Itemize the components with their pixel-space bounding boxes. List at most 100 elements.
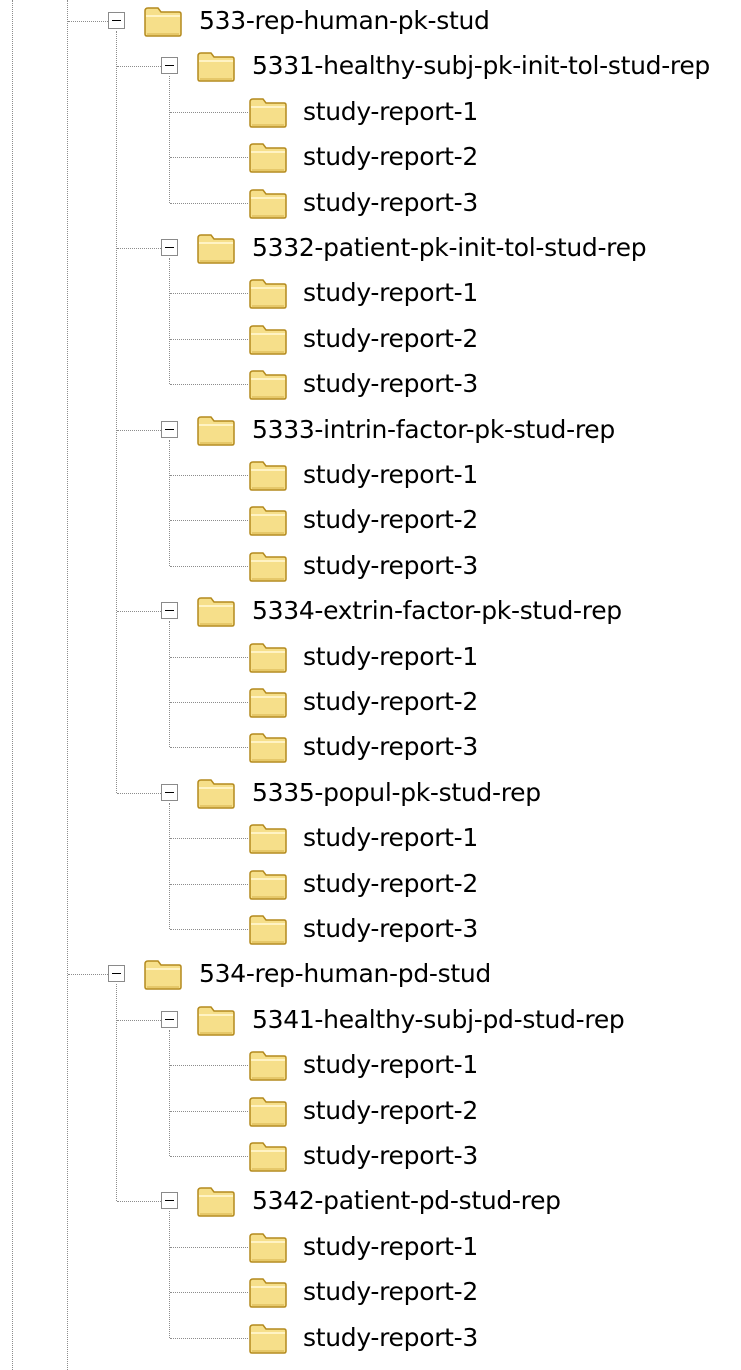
study-report-item[interactable]: study-report-3 (0, 182, 741, 226)
study-report-item[interactable]: study-report-1 (0, 91, 741, 135)
folder-label[interactable]: 5335-popul-pk-stud-rep (252, 776, 541, 810)
folder-label[interactable]: study-report-2 (303, 1094, 478, 1128)
folder-label[interactable]: study-report-1 (303, 1048, 478, 1082)
tree-folder-node[interactable]: 5334-extrin-factor-pk-stud-rep (0, 590, 741, 634)
folder-icon (196, 1003, 236, 1037)
tree-folder-node[interactable]: 5342-patient-pd-stud-rep (0, 1180, 741, 1224)
folder-label[interactable]: study-report-3 (303, 1321, 478, 1355)
folder-label[interactable]: study-report-2 (303, 322, 478, 356)
collapse-toggle-icon[interactable] (161, 783, 178, 801)
folder-label[interactable]: 5334-extrin-factor-pk-stud-rep (252, 594, 622, 628)
folder-label[interactable]: study-report-1 (303, 458, 478, 492)
tree-folder-node[interactable]: 5332-patient-pk-init-tol-stud-rep (0, 227, 741, 271)
collapse-toggle-icon[interactable] (161, 420, 178, 438)
folder-label[interactable]: study-report-3 (303, 730, 478, 764)
study-report-item[interactable]: study-report-3 (0, 1317, 741, 1361)
folder-icon (248, 186, 288, 220)
folder-label[interactable]: study-report-1 (303, 95, 478, 129)
folder-icon (248, 549, 288, 583)
study-report-item[interactable]: study-report-3 (0, 726, 741, 770)
collapse-toggle-icon[interactable] (161, 1192, 178, 1210)
folder-label[interactable]: study-report-1 (303, 821, 478, 855)
tree-folder-node[interactable]: 534-rep-human-pd-stud (0, 953, 741, 997)
folder-label[interactable]: study-report-3 (303, 549, 478, 583)
folder-label[interactable]: study-report-1 (303, 276, 478, 310)
folder-label[interactable]: study-report-3 (303, 1139, 478, 1173)
study-report-item[interactable]: study-report-3 (0, 1135, 741, 1179)
folder-icon (196, 594, 236, 628)
folder-icon (248, 367, 288, 401)
tree-folder-node[interactable]: 533-rep-human-pk-stud (0, 0, 741, 44)
collapse-toggle-icon[interactable] (108, 12, 125, 29)
folder-label[interactable]: 5332-patient-pk-init-tol-stud-rep (252, 231, 647, 265)
tree-folder-node[interactable]: 5341-healthy-subj-pd-stud-rep (0, 999, 741, 1043)
folder-icon (196, 1184, 236, 1218)
study-report-item[interactable]: study-report-1 (0, 1044, 741, 1088)
folder-icon (248, 1275, 288, 1309)
folder-icon (248, 1139, 288, 1173)
folder-label[interactable]: study-report-2 (303, 867, 478, 901)
folder-label[interactable]: study-report-3 (303, 367, 478, 401)
study-report-item[interactable]: study-report-1 (0, 272, 741, 316)
folder-label[interactable]: study-report-1 (303, 1230, 478, 1264)
folder-tree: 533-rep-human-pk-stud 5331-healthy-subj-p… (0, 0, 741, 1370)
study-report-item[interactable]: study-report-1 (0, 817, 741, 861)
tree-folder-node[interactable]: 5335-popul-pk-stud-rep (0, 772, 741, 816)
folder-icon (196, 776, 236, 810)
study-report-item[interactable]: study-report-2 (0, 1090, 741, 1134)
study-report-item[interactable]: study-report-2 (0, 499, 741, 543)
study-report-item[interactable]: study-report-2 (0, 318, 741, 362)
folder-icon (248, 867, 288, 901)
folder-label[interactable]: 533-rep-human-pk-stud (199, 4, 490, 38)
folder-icon (248, 1321, 288, 1355)
folder-icon (248, 821, 288, 855)
tree-folder-node[interactable]: 5333-intrin-factor-pk-stud-rep (0, 409, 741, 453)
study-report-item[interactable]: study-report-2 (0, 863, 741, 907)
folder-icon (196, 413, 236, 447)
study-report-item[interactable]: study-report-3 (0, 908, 741, 952)
folder-icon (248, 912, 288, 946)
folder-label[interactable]: 5331-healthy-subj-pk-init-tol-stud-rep (252, 49, 710, 83)
study-report-item[interactable]: study-report-1 (0, 636, 741, 680)
folder-label[interactable]: study-report-2 (303, 140, 478, 174)
folder-label[interactable]: 5341-healthy-subj-pd-stud-rep (252, 1003, 625, 1037)
folder-icon (248, 458, 288, 492)
study-report-item[interactable]: study-report-1 (0, 1226, 741, 1270)
folder-label[interactable]: 534-rep-human-pd-stud (199, 957, 491, 991)
folder-icon (248, 95, 288, 129)
study-report-item[interactable]: study-report-1 (0, 454, 741, 498)
folder-icon (248, 640, 288, 674)
collapse-toggle-icon[interactable] (161, 239, 178, 256)
collapse-toggle-icon[interactable] (161, 602, 178, 620)
folder-label[interactable]: study-report-2 (303, 1275, 478, 1309)
folder-icon (248, 276, 288, 310)
study-report-item[interactable]: study-report-3 (0, 363, 741, 407)
folder-icon (248, 1094, 288, 1128)
folder-icon (248, 1230, 288, 1264)
folder-icon (248, 503, 288, 537)
folder-label[interactable]: study-report-3 (303, 912, 478, 946)
tree-folder-node[interactable]: 5331-healthy-subj-pk-init-tol-stud-rep (0, 45, 741, 89)
folder-label[interactable]: study-report-2 (303, 685, 478, 719)
folder-icon (248, 1048, 288, 1082)
study-report-item[interactable]: study-report-2 (0, 136, 741, 180)
folder-label[interactable]: study-report-2 (303, 503, 478, 537)
collapse-toggle-icon[interactable] (161, 57, 178, 75)
collapse-toggle-icon[interactable] (161, 1010, 178, 1028)
collapse-toggle-icon[interactable] (108, 965, 125, 983)
study-report-item[interactable]: study-report-3 (0, 545, 741, 589)
study-report-item[interactable]: study-report-2 (0, 681, 741, 725)
folder-label[interactable]: 5342-patient-pd-stud-rep (252, 1184, 561, 1218)
folder-icon (248, 730, 288, 764)
folder-icon (196, 49, 236, 83)
folder-icon (248, 140, 288, 174)
folder-icon (248, 322, 288, 356)
folder-label[interactable]: study-report-1 (303, 640, 478, 674)
study-report-item[interactable]: study-report-2 (0, 1271, 741, 1315)
folder-icon (143, 957, 183, 991)
folder-label[interactable]: 5333-intrin-factor-pk-stud-rep (252, 413, 615, 447)
folder-icon (196, 231, 236, 265)
folder-label[interactable]: study-report-3 (303, 186, 478, 220)
folder-icon (248, 685, 288, 719)
folder-icon (143, 4, 183, 38)
